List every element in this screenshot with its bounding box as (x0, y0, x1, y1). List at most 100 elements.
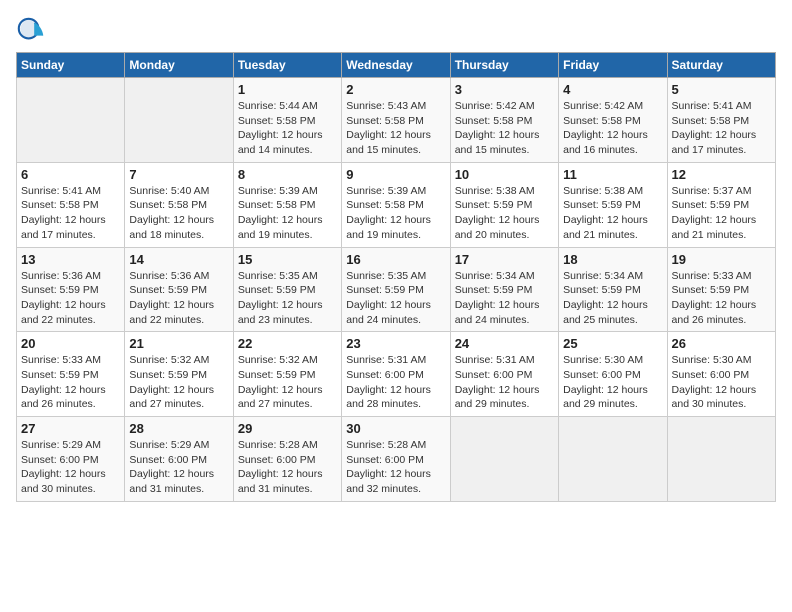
day-number: 18 (563, 252, 662, 267)
calendar-cell (667, 417, 775, 502)
day-number: 26 (672, 336, 771, 351)
calendar-cell: 2 Sunrise: 5:43 AM Sunset: 5:58 PM Daylig… (342, 78, 450, 163)
day-info: Sunrise: 5:28 AM Sunset: 6:00 PM Dayligh… (346, 438, 445, 497)
calendar-cell: 12Sunrise: 5:37 AM Sunset: 5:59 PM Dayli… (667, 162, 775, 247)
day-of-week-header: Friday (559, 53, 667, 78)
calendar-cell: 30 Sunrise: 5:28 AM Sunset: 6:00 PM Dayli… (342, 417, 450, 502)
calendar-cell: 10 Sunrise: 5:38 AM Sunset: 5:59 PM Dayli… (450, 162, 558, 247)
day-info: Sunrise: 5:35 AM Sunset: 5:59 PM Dayligh… (238, 269, 337, 328)
day-info: Sunrise: 5:42 AM Sunset: 5:58 PM Dayligh… (455, 99, 554, 158)
calendar-cell: 21 Sunrise: 5:32 AM Sunset: 5:59 PM Dayli… (125, 332, 233, 417)
calendar-cell (17, 78, 125, 163)
calendar-cell: 26 Sunrise: 5:30 AM Sunset: 6:00 PM Dayli… (667, 332, 775, 417)
day-number: 21 (129, 336, 228, 351)
calendar-cell (450, 417, 558, 502)
day-number: 29 (238, 421, 337, 436)
day-number: 13 (21, 252, 120, 267)
day-number: 23 (346, 336, 445, 351)
day-of-week-header: Saturday (667, 53, 775, 78)
calendar-cell: 23 Sunrise: 5:31 AM Sunset: 6:00 PM Dayli… (342, 332, 450, 417)
day-info: Sunrise: 5:34 AM Sunset: 5:59 PM Dayligh… (563, 269, 662, 328)
day-number: 2 (346, 82, 445, 97)
calendar-cell: 24 Sunrise: 5:31 AM Sunset: 6:00 PM Dayli… (450, 332, 558, 417)
day-info: Sunrise: 5:32 AM Sunset: 5:59 PM Dayligh… (129, 353, 228, 412)
day-number: 6 (21, 167, 120, 182)
day-number: 8 (238, 167, 337, 182)
calendar-cell: 17 Sunrise: 5:34 AM Sunset: 5:59 PM Dayli… (450, 247, 558, 332)
logo-icon (16, 16, 44, 44)
calendar-cell: 15 Sunrise: 5:35 AM Sunset: 5:59 PM Dayli… (233, 247, 341, 332)
day-info: Sunrise: 5:40 AM Sunset: 5:58 PM Dayligh… (129, 184, 228, 243)
calendar-cell: 8 Sunrise: 5:39 AM Sunset: 5:58 PM Daylig… (233, 162, 341, 247)
day-number: 16 (346, 252, 445, 267)
day-number: 5 (672, 82, 771, 97)
calendar-cell: 29 Sunrise: 5:28 AM Sunset: 6:00 PM Dayli… (233, 417, 341, 502)
calendar-cell: 25 Sunrise: 5:30 AM Sunset: 6:00 PM Dayli… (559, 332, 667, 417)
day-info: Sunrise: 5:39 AM Sunset: 5:58 PM Dayligh… (346, 184, 445, 243)
day-info: Sunrise: 5:29 AM Sunset: 6:00 PM Dayligh… (129, 438, 228, 497)
day-info: Sunrise: 5:30 AM Sunset: 6:00 PM Dayligh… (563, 353, 662, 412)
day-info: Sunrise: 5:33 AM Sunset: 5:59 PM Dayligh… (21, 353, 120, 412)
calendar-cell: 20 Sunrise: 5:33 AM Sunset: 5:59 PM Dayli… (17, 332, 125, 417)
calendar-cell: 22 Sunrise: 5:32 AM Sunset: 5:59 PM Dayli… (233, 332, 341, 417)
day-of-week-header: Monday (125, 53, 233, 78)
day-info: Sunrise: 5:39 AM Sunset: 5:58 PM Dayligh… (238, 184, 337, 243)
day-info: Sunrise: 5:36 AM Sunset: 5:59 PM Dayligh… (21, 269, 120, 328)
calendar-cell: 6 Sunrise: 5:41 AM Sunset: 5:58 PM Daylig… (17, 162, 125, 247)
calendar-cell: 14 Sunrise: 5:36 AM Sunset: 5:59 PM Dayli… (125, 247, 233, 332)
day-info: Sunrise: 5:30 AM Sunset: 6:00 PM Dayligh… (672, 353, 771, 412)
calendar-cell: 7Sunrise: 5:40 AM Sunset: 5:58 PM Daylig… (125, 162, 233, 247)
day-info: Sunrise: 5:43 AM Sunset: 5:58 PM Dayligh… (346, 99, 445, 158)
day-of-week-header: Wednesday (342, 53, 450, 78)
day-number: 20 (21, 336, 120, 351)
day-info: Sunrise: 5:31 AM Sunset: 6:00 PM Dayligh… (346, 353, 445, 412)
calendar-cell: 9 Sunrise: 5:39 AM Sunset: 5:58 PM Daylig… (342, 162, 450, 247)
day-number: 3 (455, 82, 554, 97)
calendar-cell: 19 Sunrise: 5:33 AM Sunset: 5:59 PM Dayli… (667, 247, 775, 332)
day-number: 14 (129, 252, 228, 267)
day-number: 11 (563, 167, 662, 182)
day-info: Sunrise: 5:28 AM Sunset: 6:00 PM Dayligh… (238, 438, 337, 497)
day-info: Sunrise: 5:36 AM Sunset: 5:59 PM Dayligh… (129, 269, 228, 328)
day-number: 15 (238, 252, 337, 267)
day-number: 4 (563, 82, 662, 97)
day-number: 25 (563, 336, 662, 351)
day-number: 22 (238, 336, 337, 351)
day-number: 27 (21, 421, 120, 436)
day-info: Sunrise: 5:31 AM Sunset: 6:00 PM Dayligh… (455, 353, 554, 412)
day-of-week-header: Sunday (17, 53, 125, 78)
day-info: Sunrise: 5:41 AM Sunset: 5:58 PM Dayligh… (672, 99, 771, 158)
calendar: SundayMondayTuesdayWednesdayThursdayFrid… (16, 52, 776, 502)
day-info: Sunrise: 5:33 AM Sunset: 5:59 PM Dayligh… (672, 269, 771, 328)
day-of-week-header: Thursday (450, 53, 558, 78)
logo (16, 16, 48, 44)
day-info: Sunrise: 5:41 AM Sunset: 5:58 PM Dayligh… (21, 184, 120, 243)
day-number: 1 (238, 82, 337, 97)
day-info: Sunrise: 5:38 AM Sunset: 5:59 PM Dayligh… (563, 184, 662, 243)
day-number: 9 (346, 167, 445, 182)
day-of-week-header: Tuesday (233, 53, 341, 78)
calendar-cell: 1 Sunrise: 5:44 AM Sunset: 5:58 PM Daylig… (233, 78, 341, 163)
day-info: Sunrise: 5:37 AM Sunset: 5:59 PM Dayligh… (672, 184, 771, 243)
calendar-cell: 3 Sunrise: 5:42 AM Sunset: 5:58 PM Daylig… (450, 78, 558, 163)
day-number: 24 (455, 336, 554, 351)
calendar-cell: 5 Sunrise: 5:41 AM Sunset: 5:58 PM Daylig… (667, 78, 775, 163)
day-info: Sunrise: 5:34 AM Sunset: 5:59 PM Dayligh… (455, 269, 554, 328)
day-number: 17 (455, 252, 554, 267)
calendar-cell (559, 417, 667, 502)
day-number: 19 (672, 252, 771, 267)
calendar-cell: 16 Sunrise: 5:35 AM Sunset: 5:59 PM Dayli… (342, 247, 450, 332)
day-info: Sunrise: 5:42 AM Sunset: 5:58 PM Dayligh… (563, 99, 662, 158)
day-info: Sunrise: 5:44 AM Sunset: 5:58 PM Dayligh… (238, 99, 337, 158)
header-top (16, 16, 776, 44)
calendar-cell: 18 Sunrise: 5:34 AM Sunset: 5:59 PM Dayli… (559, 247, 667, 332)
day-number: 28 (129, 421, 228, 436)
day-info: Sunrise: 5:35 AM Sunset: 5:59 PM Dayligh… (346, 269, 445, 328)
day-info: Sunrise: 5:32 AM Sunset: 5:59 PM Dayligh… (238, 353, 337, 412)
day-info: Sunrise: 5:29 AM Sunset: 6:00 PM Dayligh… (21, 438, 120, 497)
calendar-cell: 28 Sunrise: 5:29 AM Sunset: 6:00 PM Dayli… (125, 417, 233, 502)
day-info: Sunrise: 5:38 AM Sunset: 5:59 PM Dayligh… (455, 184, 554, 243)
day-number: 10 (455, 167, 554, 182)
calendar-cell: 27 Sunrise: 5:29 AM Sunset: 6:00 PM Dayli… (17, 417, 125, 502)
day-number: 30 (346, 421, 445, 436)
